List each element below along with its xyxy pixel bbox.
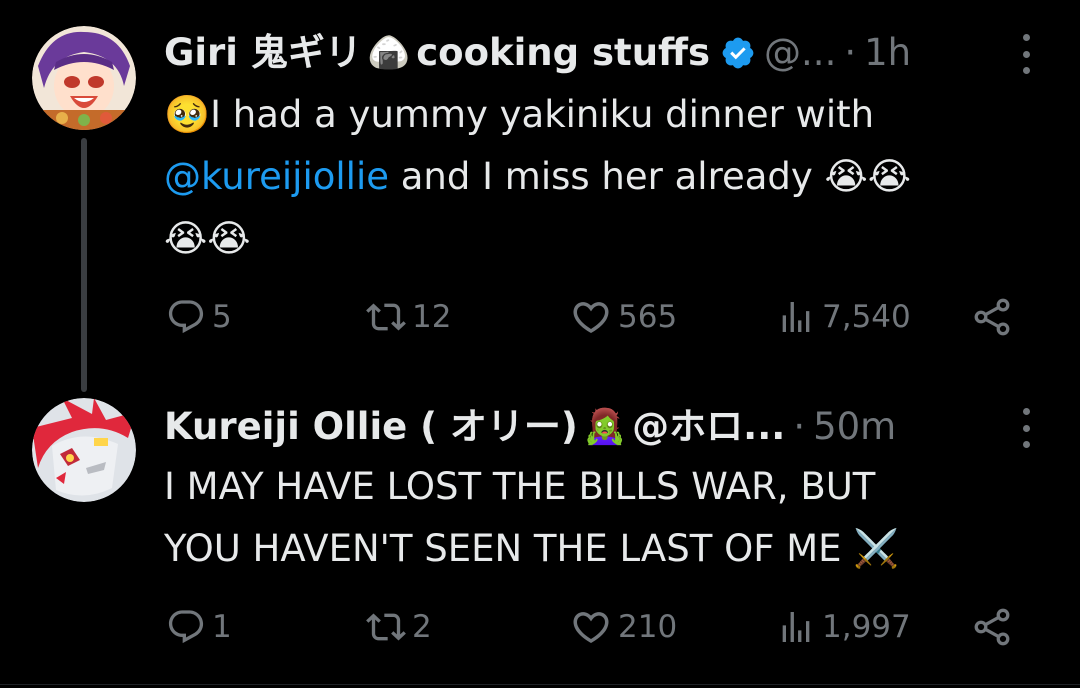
views-button[interactable]: 7,540 (776, 292, 911, 342)
avatar-kureiji-icon (32, 398, 136, 502)
heart-icon (573, 302, 609, 334)
views-count: 7,540 (822, 299, 911, 335)
mention-link[interactable]: @kureijiollie (164, 155, 389, 198)
verified-badge-icon (722, 37, 754, 69)
avatar[interactable] (32, 26, 136, 130)
rice-ball-emoji: 🍙 (367, 33, 411, 73)
share-icon (974, 608, 1010, 646)
retweet-icon (366, 303, 406, 331)
share-button[interactable] (970, 292, 1014, 342)
more-options-icon[interactable] (1016, 408, 1036, 448)
display-name[interactable]: Giri 鬼ギリ (164, 28, 362, 78)
avatar[interactable] (32, 398, 136, 502)
like-count: 210 (618, 609, 678, 645)
retweet-button[interactable]: 2 (366, 602, 432, 652)
separator-dot: · (844, 31, 857, 74)
zombie-emoji: 🧟‍♀️ (583, 407, 627, 447)
tweet-line: I MAY HAVE LOST THE BILLS WAR, BUT (164, 465, 876, 508)
display-name-suffix[interactable]: cooking stuffs (416, 28, 710, 78)
handle[interactable]: @... (764, 28, 836, 78)
share-icon (974, 298, 1010, 336)
tweet-header: Kureiji Ollie ( オリー) 🧟‍♀️ @ホロ... · 50m (164, 402, 970, 452)
reply-icon (168, 300, 204, 334)
reply-count: 1 (212, 609, 232, 645)
reply-count: 5 (212, 299, 232, 335)
separator-dot: · (793, 405, 806, 448)
timestamp[interactable]: 1h (864, 28, 911, 78)
retweet-count: 2 (412, 609, 432, 645)
like-button[interactable]: 565 (570, 292, 677, 342)
share-button[interactable] (970, 602, 1014, 652)
divider (0, 684, 1080, 685)
more-options-icon[interactable] (1016, 34, 1036, 74)
handle[interactable]: @ホロ... (632, 402, 785, 452)
like-count: 565 (618, 299, 678, 335)
action-bar: 1 2 210 1,997 (0, 602, 1080, 652)
reply-button[interactable]: 5 (166, 292, 232, 342)
retweet-count: 12 (412, 299, 452, 335)
avatar-giri-icon (32, 26, 136, 130)
tweet-line: @kureijiollie and I miss her already 😭😭 (164, 155, 912, 198)
tweet-kureiji[interactable]: Kureiji Ollie ( オリー) 🧟‍♀️ @ホロ... · 50m I… (0, 380, 1080, 688)
tweet-text: I MAY HAVE LOST THE BILLS WAR, BUT YOU H… (164, 456, 1020, 580)
retweet-button[interactable]: 12 (366, 292, 451, 342)
thread-line (81, 138, 87, 392)
pleading-emoji: 🥹 (164, 93, 211, 136)
views-icon (782, 612, 810, 642)
timestamp[interactable]: 50m (813, 402, 896, 452)
tweet-giri[interactable]: Giri 鬼ギリ 🍙 cooking stuffs @... · 1h 🥹I h… (0, 0, 1080, 392)
views-count: 1,997 (822, 609, 911, 645)
reply-button[interactable]: 1 (166, 602, 232, 652)
tweet-text: 🥹I had a yummy yakiniku dinner with @kur… (164, 84, 1020, 270)
tweet-line: YOU HAVEN'T SEEN THE LAST OF ME ⚔️ (164, 527, 900, 570)
views-button[interactable]: 1,997 (776, 602, 911, 652)
tweet-header: Giri 鬼ギリ 🍙 cooking stuffs @... · 1h (164, 28, 970, 78)
heart-icon (573, 612, 609, 644)
display-name[interactable]: Kureiji Ollie ( オリー) (164, 402, 578, 452)
reply-icon (168, 610, 204, 644)
views-icon (782, 302, 810, 332)
tweet-line: 🥹I had a yummy yakiniku dinner with (164, 93, 875, 136)
like-button[interactable]: 210 (570, 602, 677, 652)
tweet-line: 😭😭 (164, 217, 251, 260)
action-bar: 5 12 565 7,540 (0, 292, 1080, 342)
retweet-icon (366, 613, 406, 641)
